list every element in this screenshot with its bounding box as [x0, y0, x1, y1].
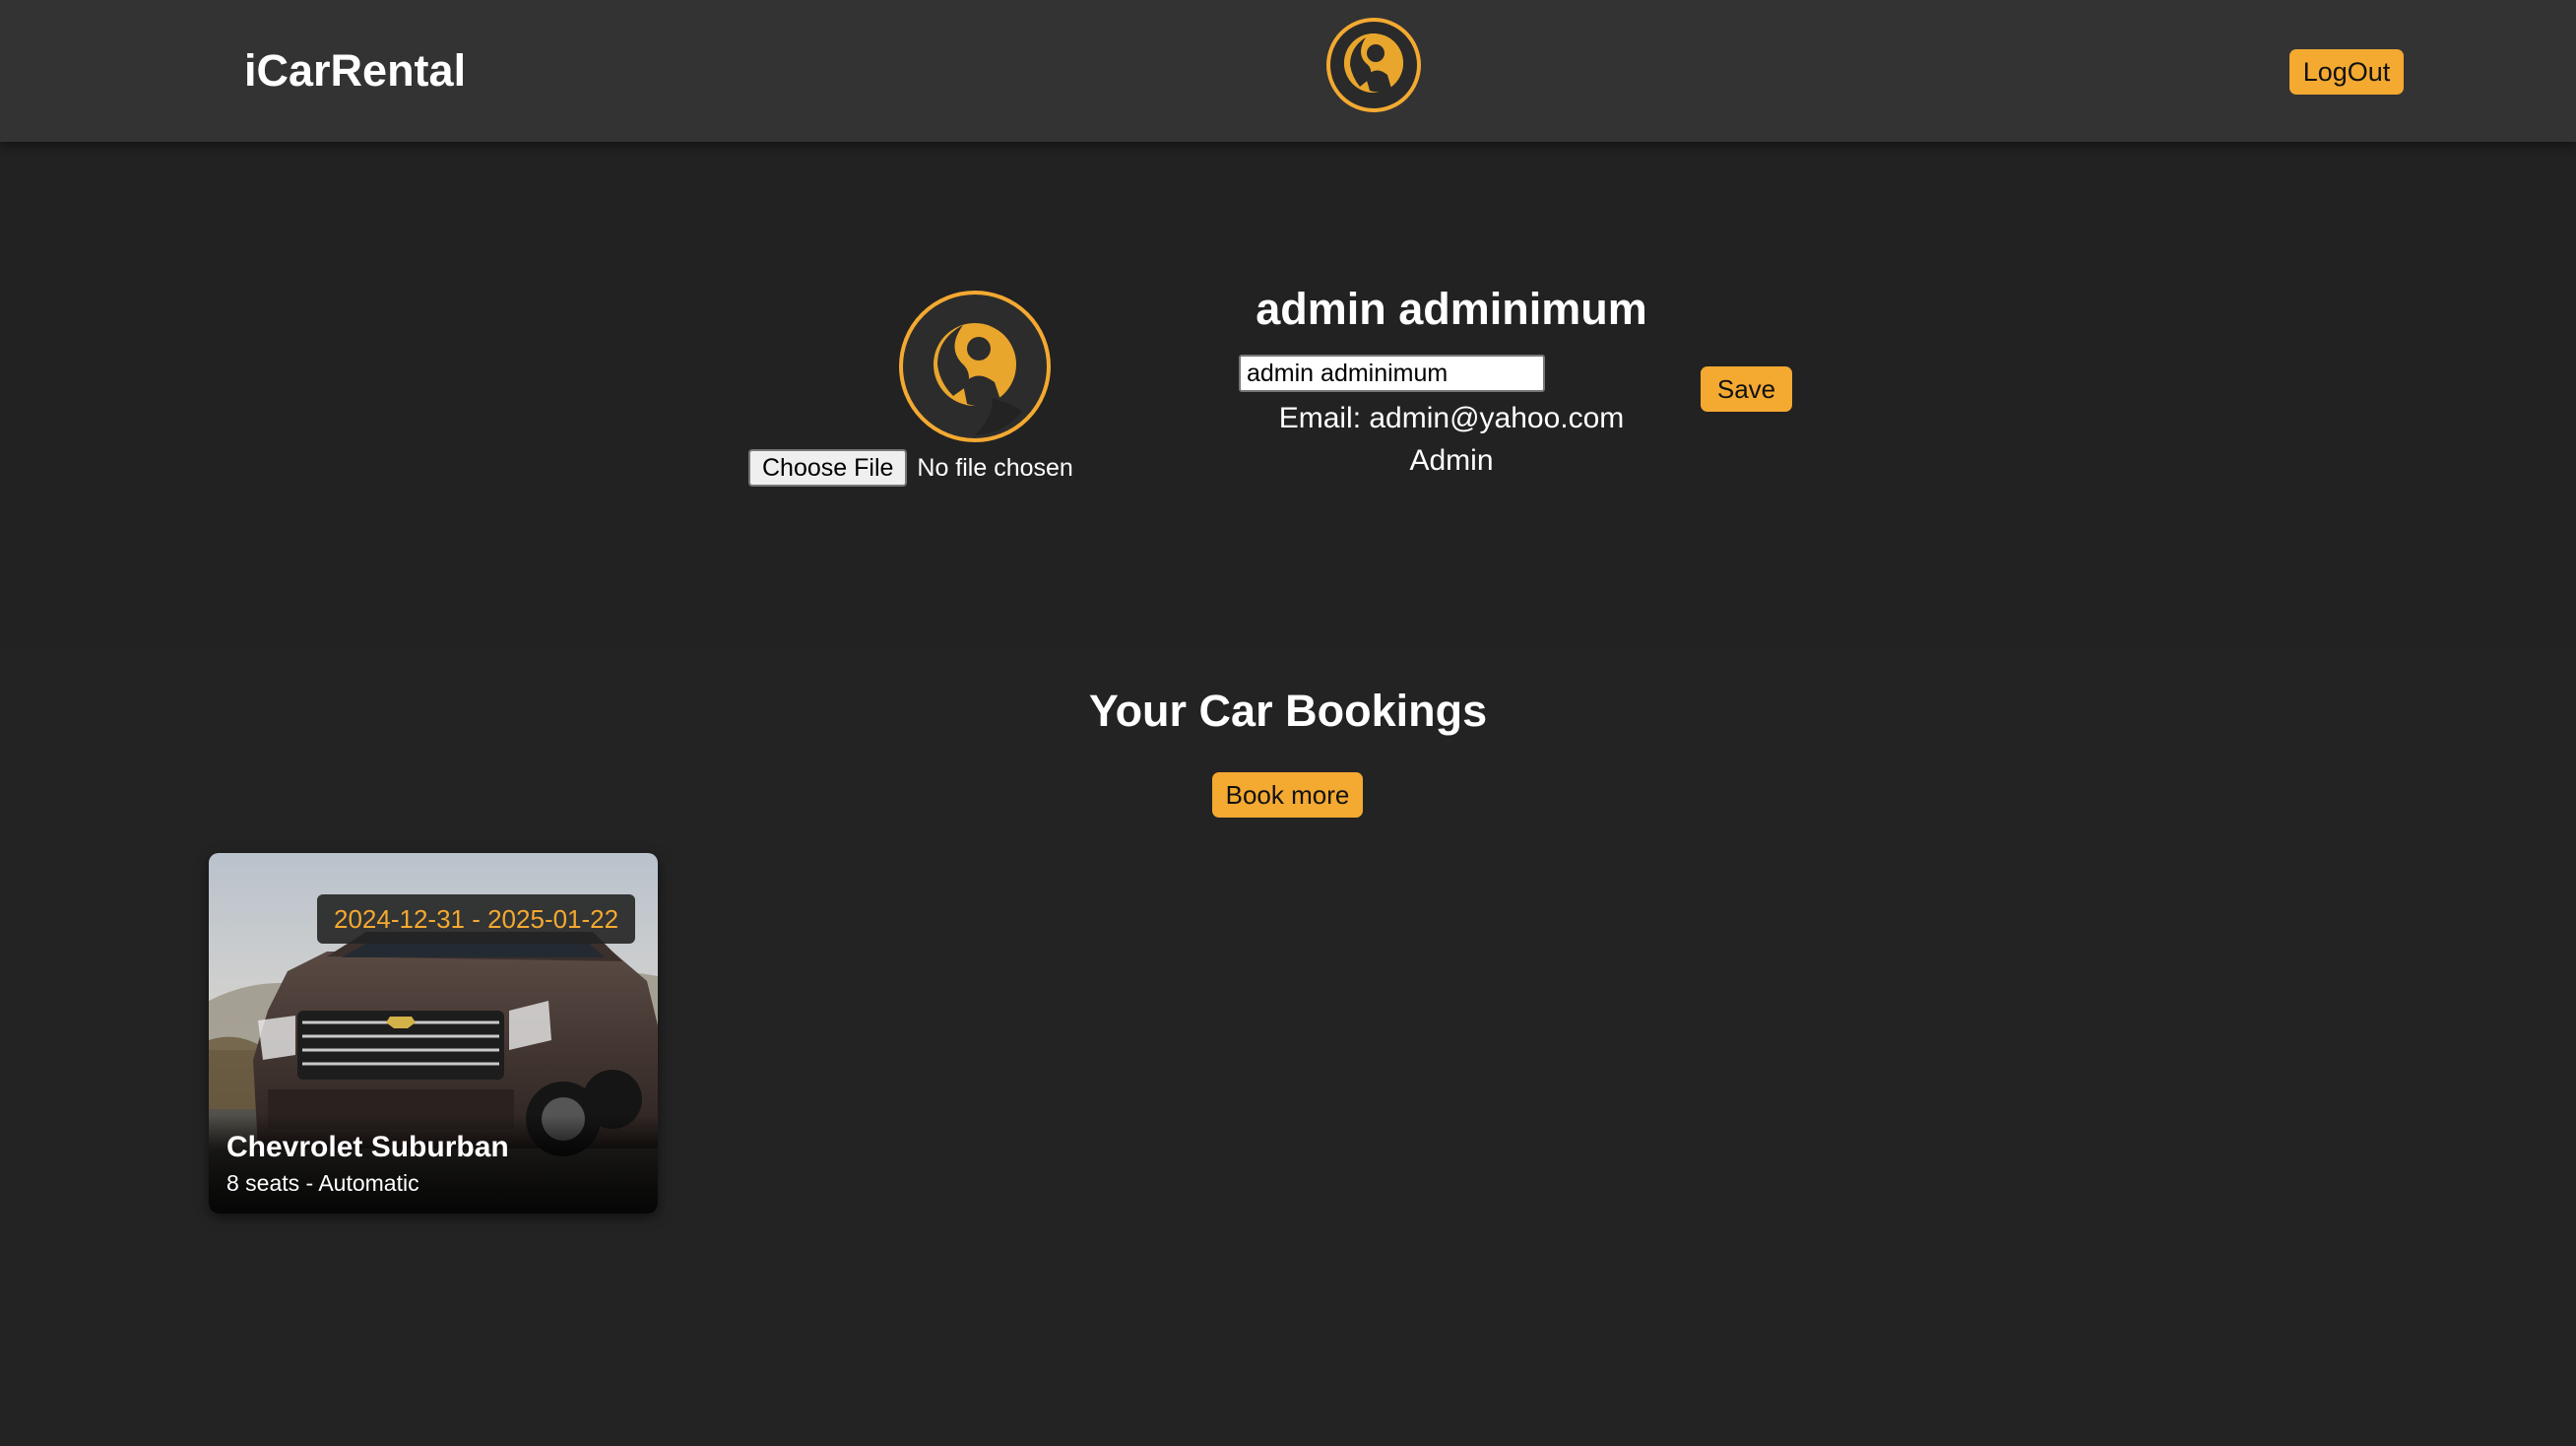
car-specs: 8 seats - Automatic: [226, 1170, 419, 1196]
bookings-title: Your Car Bookings: [1088, 686, 1488, 736]
top-navbar: iCarRental LogOut: [0, 0, 2576, 142]
bookings-section: Your Car Bookings Book more 2024-12-31 -…: [0, 650, 2576, 1446]
name-input[interactable]: [1239, 355, 1545, 392]
booking-dates-badge: 2024-12-31 - 2025-01-22: [317, 894, 636, 944]
choose-file-button[interactable]: Choose File: [748, 449, 908, 487]
car-name: Chevrolet Suburban: [226, 1131, 509, 1163]
logout-button[interactable]: LogOut: [2289, 49, 2404, 95]
booking-card[interactable]: 2024-12-31 - 2025-01-22 Chevrolet Suburb…: [209, 853, 658, 1214]
brand-logo-text[interactable]: iCarRental: [244, 39, 466, 102]
profile-role: Admin: [1409, 444, 1494, 477]
profile-section: Choose File No file chosen admin adminim…: [0, 142, 2576, 650]
profile-name-heading: admin adminimum: [1256, 284, 1647, 334]
file-picker: Choose File No file chosen: [748, 449, 1073, 487]
car-info-overlay: Chevrolet Suburban 8 seats - Automatic: [209, 1115, 658, 1214]
user-avatar-icon: [899, 291, 1051, 442]
book-more-button[interactable]: Book more: [1212, 772, 1363, 818]
profile-email: Email: admin@yahoo.com: [1278, 402, 1625, 434]
file-status-label: No file chosen: [917, 453, 1073, 482]
user-avatar-icon[interactable]: [1326, 18, 1421, 112]
